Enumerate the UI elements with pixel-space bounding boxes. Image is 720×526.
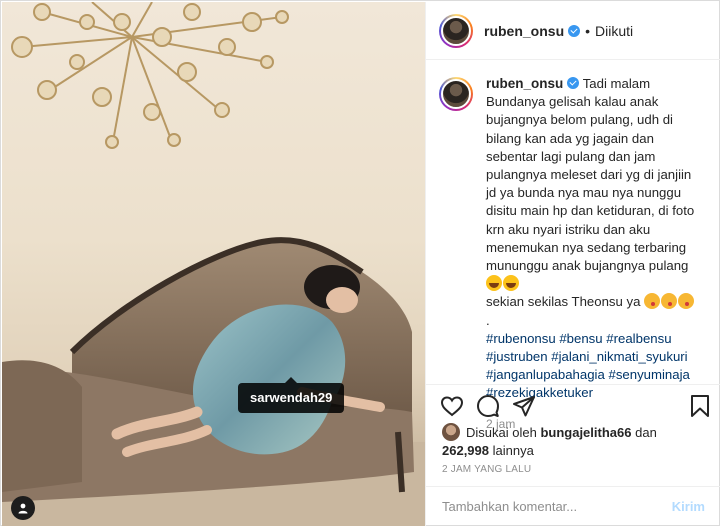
photo-illustration (2, 2, 425, 526)
header-username[interactable]: ruben_onsu (484, 23, 564, 39)
kiss-emoji-icon (644, 293, 661, 310)
caption-section: ruben_onsu Tadi malam Bundanya gelisah k… (426, 60, 720, 431)
sofa-arm (2, 360, 82, 492)
kiss-emoji-icon (678, 293, 695, 310)
caption-body: Tadi malam Bundanya gelisah kalau anak b… (486, 76, 695, 274)
bookmark-icon[interactable] (688, 394, 712, 418)
kiss-emoji-icon (661, 293, 678, 310)
comment-icon[interactable] (476, 394, 500, 418)
likes-and: dan (635, 425, 657, 440)
follow-status-button[interactable]: Diikuti (595, 23, 633, 39)
sunburst-decor (11, 2, 289, 149)
caption-avatar[interactable] (439, 77, 473, 111)
hashtag-link[interactable]: #janganlupabahagia (486, 367, 605, 382)
hashtag-link[interactable]: #bensu (559, 331, 602, 346)
first-liker-link[interactable]: bungajelitha66 (540, 425, 631, 440)
action-bar (426, 384, 720, 426)
post-photo[interactable]: sarwendah29 (2, 2, 425, 526)
caption-line-2: sekian sekilas Theonsu ya (486, 293, 704, 311)
hashtag-link[interactable]: #senyuminaja (608, 367, 689, 382)
hashtag-link[interactable]: #jalani_nikmati_syukuri (551, 349, 687, 364)
verified-badge-icon (567, 77, 580, 89)
hashtag-link[interactable]: #rubenonsu (486, 331, 556, 346)
user-tag-label[interactable]: sarwendah29 (238, 377, 345, 413)
heart-icon[interactable] (440, 394, 464, 418)
hashtag-link[interactable]: #justruben (486, 349, 548, 364)
comment-bar: Kirim (426, 486, 720, 526)
instagram-post-frame: sarwendah29 ruben_onsu • Diikuti ruben_o… (0, 0, 720, 526)
header-separator: • (585, 22, 591, 39)
hashtag-link[interactable]: #realbensu (606, 331, 671, 346)
caption-dot: . (486, 312, 490, 328)
post-comment-button[interactable]: Kirim (672, 499, 705, 514)
user-tag-button[interactable] (11, 496, 35, 520)
caption-username[interactable]: ruben_onsu (486, 76, 563, 91)
laugh-emoji-icon (503, 275, 519, 292)
verified-badge-icon (568, 24, 581, 37)
comment-input[interactable] (442, 499, 672, 514)
send-icon[interactable] (512, 394, 536, 418)
likes-suffix: lainnya (492, 443, 534, 458)
likes-summary: Disukai oleh bungajelitha66 dan 262,998 … (442, 423, 712, 460)
likes-count-link[interactable]: 262,998 (442, 443, 489, 458)
post-side-panel: ruben_onsu • Diikuti ruben_onsu Tadi mal… (425, 2, 720, 526)
user-tag-icon (18, 503, 28, 514)
face (326, 287, 358, 313)
caption-text: ruben_onsu Tadi malam Bundanya gelisah k… (486, 75, 704, 433)
profile-avatar[interactable] (439, 13, 473, 48)
laugh-emoji-icon (486, 275, 502, 292)
likes-prefix: Disukai oleh (466, 425, 537, 440)
liker-avatar[interactable] (442, 423, 460, 441)
post-header: ruben_onsu • Diikuti (426, 2, 720, 60)
post-date[interactable]: 2 JAM YANG LALU (442, 464, 531, 475)
